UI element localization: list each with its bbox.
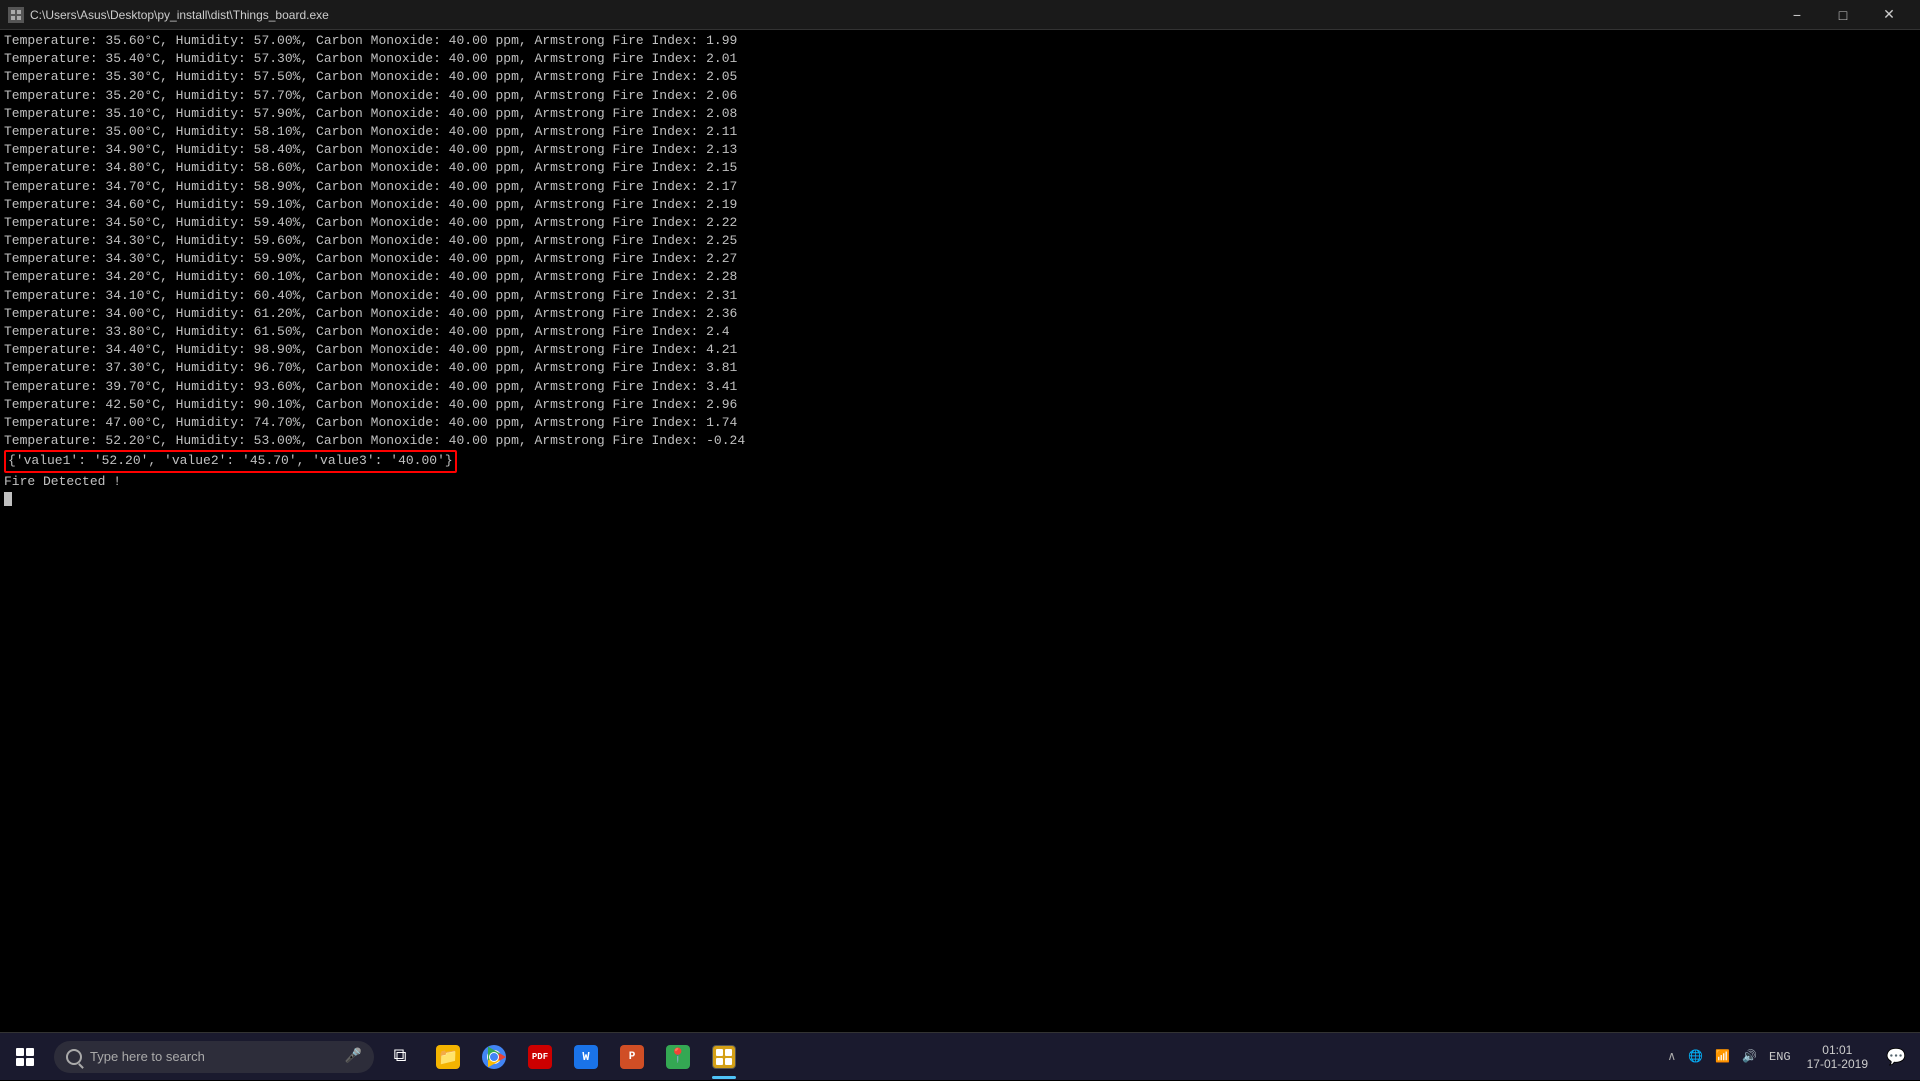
title-bar-controls: − □ ✕ xyxy=(1774,0,1912,30)
network-icon[interactable]: 🌐 xyxy=(1684,1045,1707,1068)
taskbar-apps: 📁 PDF W P 📍 xyxy=(426,1033,746,1080)
console-line: Temperature: 34.30°C, Humidity: 59.60%, … xyxy=(4,232,1916,250)
notification-icon: 💬 xyxy=(1886,1047,1906,1067)
console-line: Temperature: 47.00°C, Humidity: 74.70%, … xyxy=(4,414,1916,432)
console-line: Temperature: 42.50°C, Humidity: 90.10%, … xyxy=(4,396,1916,414)
taskbar: Type here to search 🎤 ⧉ 📁 PDF xyxy=(0,1032,1920,1080)
wifi-icon[interactable]: 📶 xyxy=(1711,1045,1734,1068)
console-line: Temperature: 34.10°C, Humidity: 60.40%, … xyxy=(4,287,1916,305)
console-line: Temperature: 35.60°C, Humidity: 57.00%, … xyxy=(4,32,1916,50)
maps-icon: 📍 xyxy=(666,1045,690,1069)
window-title: C:\Users\Asus\Desktop\py_install\dist\Th… xyxy=(30,8,329,22)
app-icon-small xyxy=(8,7,24,23)
minimize-button[interactable]: − xyxy=(1774,0,1820,30)
console-line: Temperature: 35.20°C, Humidity: 57.70%, … xyxy=(4,87,1916,105)
language-indicator[interactable]: ENG xyxy=(1765,1046,1795,1068)
console-line: Temperature: 33.80°C, Humidity: 61.50%, … xyxy=(4,323,1916,341)
cursor xyxy=(4,492,12,506)
console-line: Temperature: 34.40°C, Humidity: 98.90%, … xyxy=(4,341,1916,359)
console-line: Temperature: 34.90°C, Humidity: 58.40%, … xyxy=(4,141,1916,159)
maximize-button[interactable]: □ xyxy=(1820,0,1866,30)
console-line: Temperature: 34.30°C, Humidity: 59.90%, … xyxy=(4,250,1916,268)
cursor-line xyxy=(4,491,1916,509)
title-bar: C:\Users\Asus\Desktop\py_install\dist\Th… xyxy=(0,0,1920,30)
system-clock[interactable]: 01:01 17-01-2019 xyxy=(1799,1043,1876,1071)
console-lines: Temperature: 35.60°C, Humidity: 57.00%, … xyxy=(4,32,1916,450)
taskbar-app-maps[interactable]: 📍 xyxy=(656,1033,700,1081)
console-line: Temperature: 52.20°C, Humidity: 53.00%, … xyxy=(4,432,1916,450)
console-line: Temperature: 34.00°C, Humidity: 61.20%, … xyxy=(4,305,1916,323)
task-view-button[interactable]: ⧉ xyxy=(378,1033,422,1081)
console-line: Temperature: 35.00°C, Humidity: 58.10%, … xyxy=(4,123,1916,141)
clock-time: 01:01 xyxy=(1807,1043,1868,1057)
chrome-icon xyxy=(482,1045,506,1069)
console-line: Temperature: 39.70°C, Humidity: 93.60%, … xyxy=(4,378,1916,396)
powerpoint-icon: P xyxy=(620,1045,644,1069)
taskbar-right: ∧ 🌐 📶 🔊 ENG 01:01 17-01-2019 💬 xyxy=(1663,1033,1920,1080)
taskbar-app-word[interactable]: W xyxy=(564,1033,608,1081)
taskbar-app-acrobat[interactable]: PDF xyxy=(518,1033,562,1081)
search-icon xyxy=(66,1049,82,1065)
highlighted-dict-line: {'value1': '52.20', 'value2': '45.70', '… xyxy=(4,450,1916,472)
notification-button[interactable]: 💬 xyxy=(1880,1033,1912,1081)
search-placeholder: Type here to search xyxy=(90,1049,205,1064)
console-line: Temperature: 35.30°C, Humidity: 57.50%, … xyxy=(4,68,1916,86)
console-line: Temperature: 35.40°C, Humidity: 57.30%, … xyxy=(4,50,1916,68)
console-line: Temperature: 34.70°C, Humidity: 58.90%, … xyxy=(4,178,1916,196)
acrobat-icon: PDF xyxy=(528,1045,552,1069)
console-line: Temperature: 34.80°C, Humidity: 58.60%, … xyxy=(4,159,1916,177)
taskbar-app-chrome[interactable] xyxy=(472,1033,516,1081)
search-bar[interactable]: Type here to search 🎤 xyxy=(54,1041,374,1073)
console-line: Temperature: 34.50°C, Humidity: 59.40%, … xyxy=(4,214,1916,232)
word-icon: W xyxy=(574,1045,598,1069)
console-line: Temperature: 34.20°C, Humidity: 60.10%, … xyxy=(4,268,1916,286)
task-view-icon: ⧉ xyxy=(394,1046,407,1067)
volume-icon[interactable]: 🔊 xyxy=(1738,1045,1761,1068)
close-button[interactable]: ✕ xyxy=(1866,0,1912,30)
clock-date: 17-01-2019 xyxy=(1807,1057,1868,1071)
taskbar-app-file-explorer[interactable]: 📁 xyxy=(426,1033,470,1081)
tray-chevron-icon[interactable]: ∧ xyxy=(1663,1045,1680,1068)
taskbar-app-powerpoint[interactable]: P xyxy=(610,1033,654,1081)
title-bar-left: C:\Users\Asus\Desktop\py_install\dist\Th… xyxy=(8,7,329,23)
windows-icon xyxy=(16,1048,34,1066)
microphone-icon[interactable]: 🎤 xyxy=(345,1048,362,1065)
taskbar-app-thingsboard[interactable] xyxy=(702,1033,746,1081)
file-explorer-icon: 📁 xyxy=(436,1045,460,1069)
console-output: Temperature: 35.60°C, Humidity: 57.00%, … xyxy=(0,30,1920,1032)
console-line: Temperature: 35.10°C, Humidity: 57.90%, … xyxy=(4,105,1916,123)
console-line: Temperature: 37.30°C, Humidity: 96.70%, … xyxy=(4,359,1916,377)
fire-detected-line: Fire Detected ! xyxy=(4,473,1916,491)
console-line: Temperature: 34.60°C, Humidity: 59.10%, … xyxy=(4,196,1916,214)
thingsboard-icon xyxy=(712,1045,736,1069)
start-button[interactable] xyxy=(0,1033,50,1081)
